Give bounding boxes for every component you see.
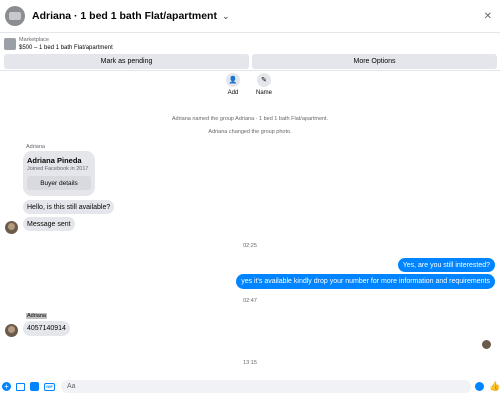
more-options-button[interactable]: More Options [252,54,497,69]
joined-date: Joined Facebook in 2017 [27,166,89,172]
chevron-down-icon[interactable]: ⌄ [222,11,230,22]
group-photo[interactable] [5,6,25,26]
name-group-button[interactable]: ✎ Name [249,73,279,96]
marketplace-label: Marketplace [19,37,49,43]
system-message: Adriana named the group Adriana · 1 bed … [171,116,329,122]
chat-header: Adriana · 1 bed 1 bath Flat/apartment ⌄ … [0,0,500,33]
buyer-profile-card: Adriana Pineda Joined Facebook in 2017 B… [23,151,95,196]
timestamp: 02:47 [243,298,257,304]
message-bubble[interactable]: Message sent [23,217,75,231]
image-icon[interactable] [16,382,25,391]
message-input[interactable]: Aa [61,380,471,393]
message-composer: + GIF Aa 👍 [0,378,500,395]
sender-name: Adriana [26,144,45,150]
close-icon[interactable]: ✕ [484,11,492,22]
message-bubble-sent[interactable]: yes it's available kindly drop your numb… [236,274,495,289]
timestamp: 13:15 [243,360,257,366]
add-person-icon: 👤 [226,73,240,87]
add-label: Add [227,90,239,96]
name-label: Name [255,90,272,96]
listing-actions: Mark as pending More Options [4,54,497,69]
pencil-icon: ✎ [257,73,271,87]
message-bubble[interactable]: Hello, is this still available? [23,200,115,214]
buyer-details-button[interactable]: Buyer details [27,176,91,190]
avatar[interactable] [5,221,18,234]
divider [0,70,500,71]
buyer-name: Adriana Pineda [27,156,82,165]
timestamp: 02:25 [243,243,257,249]
system-message: Adriana changed the group photo. [208,129,292,135]
emoji-icon[interactable] [475,382,484,391]
thumbs-up-icon[interactable]: 👍 [489,381,500,392]
avatar[interactable] [5,324,18,337]
sender-name: Adriana [26,313,47,319]
seen-avatar [482,340,491,349]
listing-thumbnail [4,38,16,50]
message-bubble-sent[interactable]: Yes, are you still interested? [397,258,495,272]
chat-title[interactable]: Adriana · 1 bed 1 bath Flat/apartment [32,10,217,22]
plus-icon[interactable]: + [2,382,11,391]
sender-name-text: Adriana [26,313,47,319]
marketplace-listing[interactable]: Marketplace $500 – 1 bed 1 bath Flat/apa… [0,34,500,54]
sticker-icon[interactable] [30,382,39,391]
gif-icon[interactable]: GIF [44,382,55,391]
mark-as-pending-button[interactable]: Mark as pending [4,54,249,69]
listing-title: $500 – 1 bed 1 bath Flat/apartment [19,45,113,51]
message-bubble[interactable]: 4057140914 [23,321,70,336]
add-people-button[interactable]: 👤 Add [218,73,248,96]
